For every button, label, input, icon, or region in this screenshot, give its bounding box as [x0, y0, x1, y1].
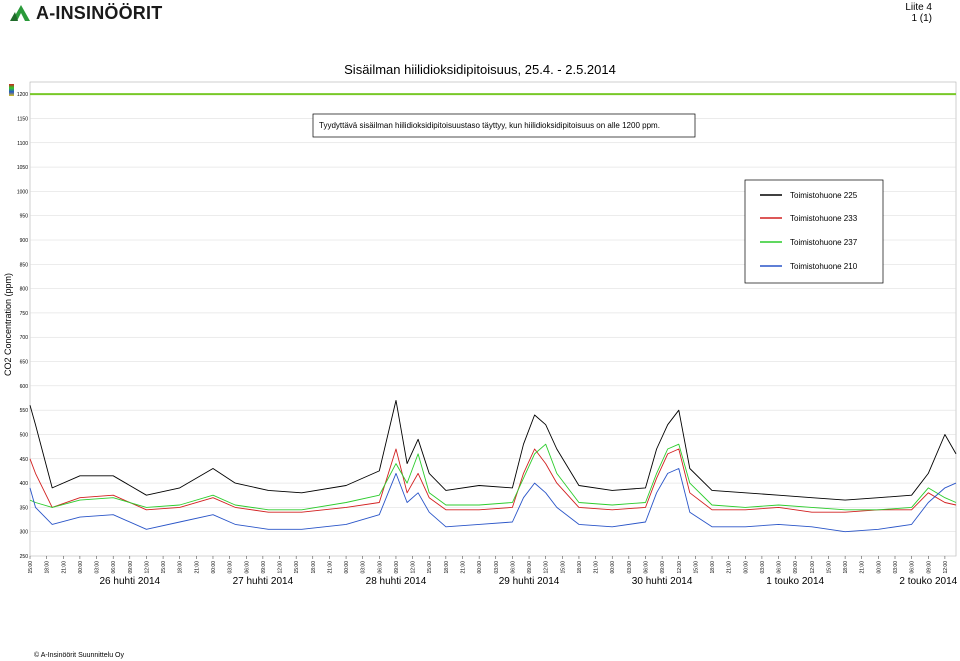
x-tick-label: 06:00	[377, 561, 383, 574]
x-tick-label: 15:00	[161, 561, 167, 574]
co2-chart: 250 300 350 400 450 500 550 600 650 700 750 800 850 9…	[3, 81, 958, 587]
x-tick-label: 03:00	[627, 561, 633, 574]
y-tick-label: 1000	[17, 189, 28, 195]
day-label: 1 touko 2014	[766, 576, 824, 587]
x-tick-label: 12:00	[677, 561, 683, 574]
x-tick-label: 15:00	[28, 561, 34, 574]
day-label: 29 huhti 2014	[499, 576, 560, 587]
x-tick-label: 09:00	[793, 561, 799, 574]
x-tick-label: 18:00	[710, 561, 716, 574]
x-tick-label: 09:00	[527, 561, 533, 574]
footer-copyright: © A-Insinöörit Suunnittelu Oy	[34, 652, 124, 659]
x-tick-label: 06:00	[910, 561, 916, 574]
y-axis-label: CO2 Concentration (ppm)	[3, 273, 13, 376]
y-tick-label: 800	[20, 287, 29, 293]
series-line-237	[29, 443, 957, 511]
y-tick-label: 350	[20, 505, 29, 511]
y-tick-label: 450	[20, 457, 29, 463]
x-tick-label: 06:00	[510, 561, 516, 574]
series-line-210	[29, 468, 957, 533]
x-tick-label: 03:00	[760, 561, 766, 574]
x-tick-label: 06:00	[244, 561, 250, 574]
annotation-box: Tyydyttävä sisäilman hiilidioksidipitois…	[312, 113, 696, 138]
x-tick-label: 21:00	[194, 561, 200, 574]
x-tick-label: 18:00	[178, 561, 184, 574]
x-tick-label: 12:00	[544, 561, 550, 574]
x-tick-label: 00:00	[477, 561, 483, 574]
x-tick-label: 12:00	[278, 561, 284, 574]
legend-label-233: Toimistohuone 233	[790, 214, 858, 223]
y-tick-label: 500	[20, 432, 29, 438]
day-label: 30 huhti 2014	[632, 576, 693, 587]
legend-label-210: Toimistohuone 210	[790, 262, 858, 271]
x-tick-label: 00:00	[876, 561, 882, 574]
x-tick-label: 18:00	[577, 561, 583, 574]
y-tick-label: 900	[20, 238, 29, 244]
x-tick-label: 12:00	[144, 561, 150, 574]
x-tick-label: 21:00	[461, 561, 467, 574]
x-tick-label: 00:00	[610, 561, 616, 574]
x-tick-label: 09:00	[128, 561, 134, 574]
x-tick-label: 12:00	[411, 561, 417, 574]
x-tick-label: 12:00	[810, 561, 816, 574]
y-tick-label: 850	[20, 262, 29, 268]
series-line-225	[29, 399, 957, 501]
x-tick-label: 15:00	[826, 561, 832, 574]
y-tick-label: 550	[20, 408, 29, 414]
x-tick-label: 18:00	[311, 561, 317, 574]
x-tick-label: 03:00	[494, 561, 500, 574]
x-tick-label: 09:00	[660, 561, 666, 574]
x-tick-label: 03:00	[361, 561, 367, 574]
x-tick-label: 21:00	[327, 561, 333, 574]
annotation-text: Tyydyttävä sisäilman hiilidioksidipitois…	[319, 121, 660, 130]
x-tick-label: 06:00	[643, 561, 649, 574]
legend-label-225: Toimistohuone 225	[790, 191, 858, 200]
x-tick-label: 09:00	[261, 561, 267, 574]
x-tick-label: 18:00	[843, 561, 849, 574]
y-tick-label: 1200	[17, 92, 28, 98]
y-tick-label: 700	[20, 335, 29, 341]
plot-frame	[29, 81, 957, 557]
x-tick-label: 00:00	[743, 561, 749, 574]
y-tick-label: 400	[20, 481, 29, 487]
legend: Toimistohuone 225 Toimistohuone 233 Toim…	[744, 179, 884, 284]
x-tick-label: 06:00	[777, 561, 783, 574]
x-tick-label: 12:00	[943, 561, 949, 574]
day-label: 27 huhti 2014	[233, 576, 294, 587]
x-tick-label: 15:00	[294, 561, 300, 574]
x-tick-label: 21:00	[860, 561, 866, 574]
y-tick-label: 650	[20, 360, 29, 366]
x-tick-label: 00:00	[211, 561, 217, 574]
x-tick-label: 03:00	[893, 561, 899, 574]
x-tick-label: 15:00	[693, 561, 699, 574]
x-tick-label: 09:00	[394, 561, 400, 574]
y-tick-label: 1100	[17, 141, 28, 147]
x-tick-label: 03:00	[228, 561, 234, 574]
x-tick-label: 18:00	[444, 561, 450, 574]
y-tick-label: 600	[20, 384, 29, 390]
day-label: 26 huhti 2014	[99, 576, 160, 587]
x-tick-label: 00:00	[78, 561, 84, 574]
x-tick-label: 21:00	[61, 561, 67, 574]
y-tick-label: 250	[20, 554, 29, 560]
legend-label-237: Toimistohuone 237	[790, 238, 858, 247]
y-tick-label: 300	[20, 530, 29, 536]
series-line-233	[29, 448, 957, 513]
x-tick-label: 15:00	[427, 561, 433, 574]
x-tick-label: 15:00	[560, 561, 566, 574]
y-tick-label: 950	[20, 214, 29, 220]
y-tick-label: 1150	[17, 116, 28, 122]
x-tick-label: 03:00	[95, 561, 101, 574]
day-label: 28 huhti 2014	[366, 576, 427, 587]
y-tick-label: 750	[20, 311, 29, 317]
x-tick-label: 09:00	[926, 561, 932, 574]
day-label: 2 touko 2014	[899, 576, 957, 587]
x-tick-label: 06:00	[111, 561, 117, 574]
x-tick-label: 00:00	[344, 561, 350, 574]
color-strip-icon	[9, 84, 14, 96]
x-tick-label: 18:00	[45, 561, 51, 574]
x-tick-label: 21:00	[727, 561, 733, 574]
x-tick-label: 21:00	[594, 561, 600, 574]
y-tick-label: 1050	[17, 165, 28, 171]
